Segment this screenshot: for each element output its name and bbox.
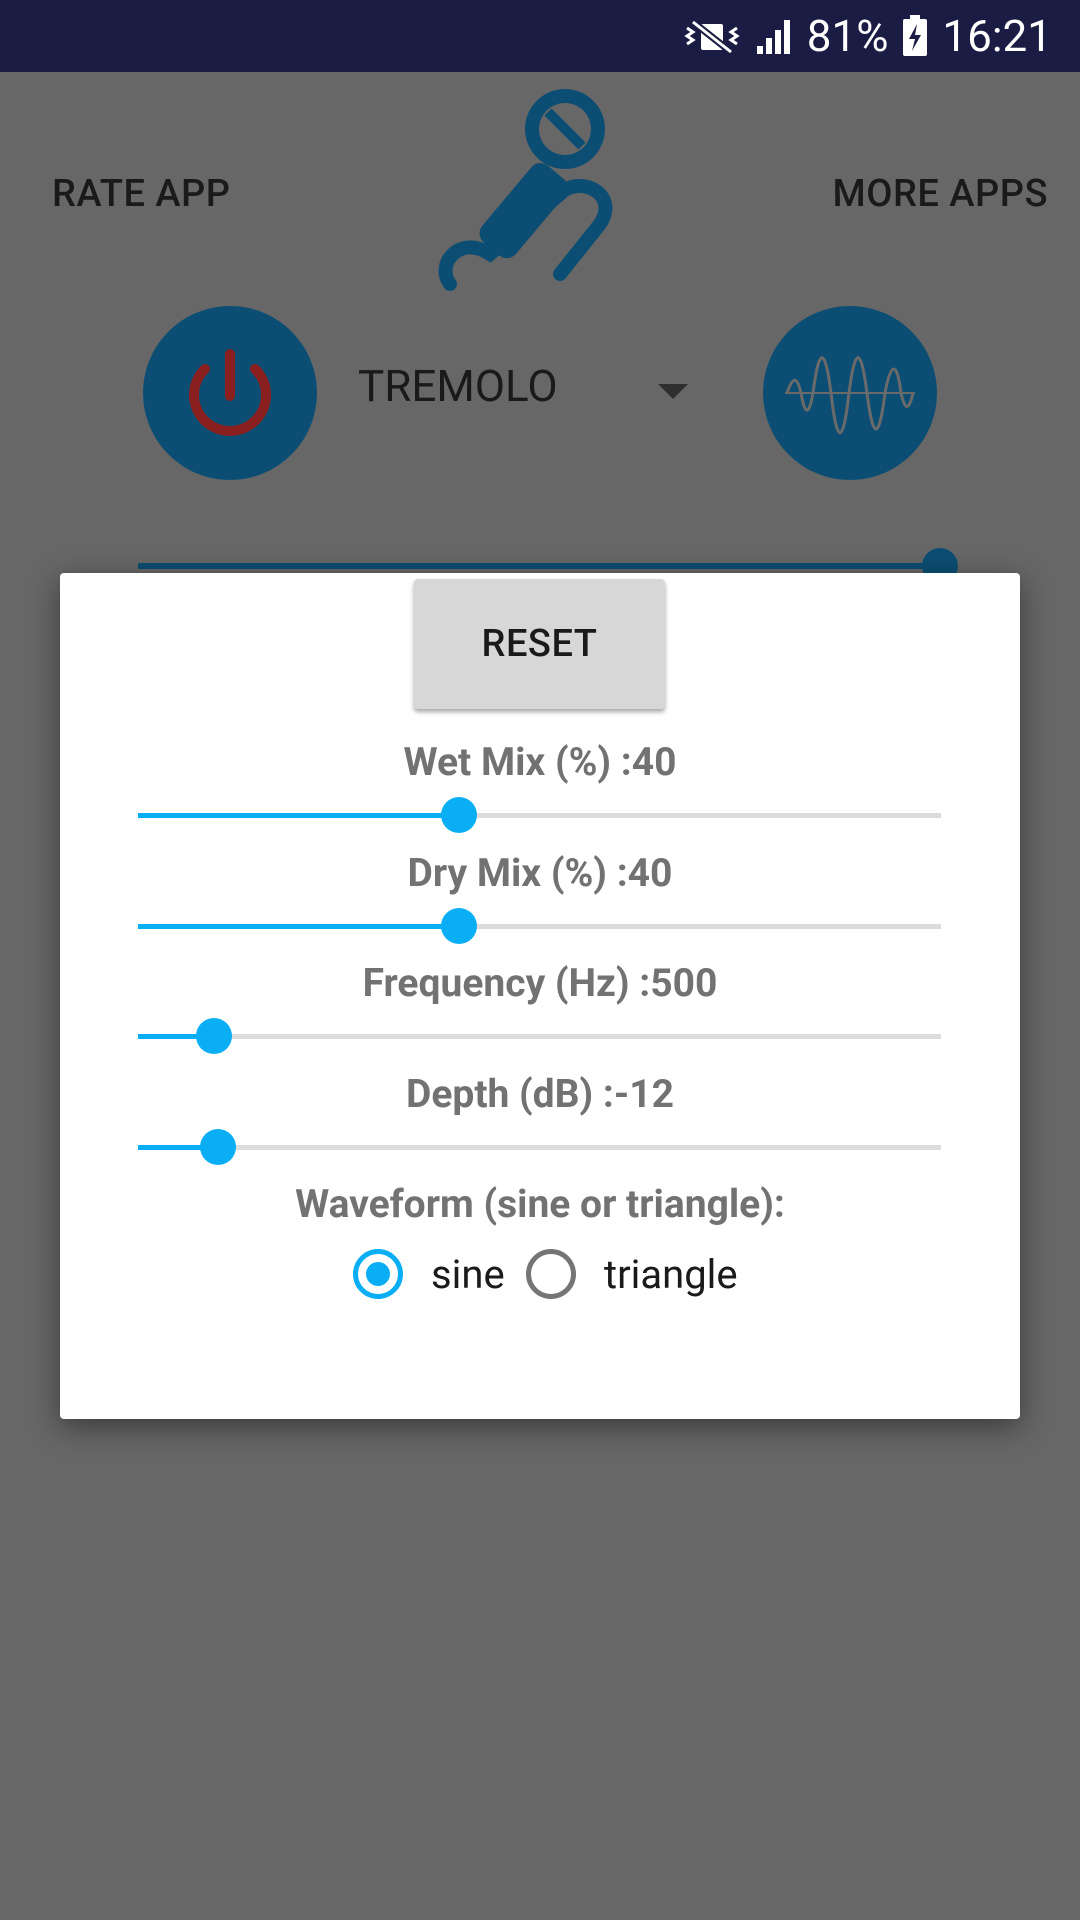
battery-charging-icon	[902, 15, 928, 57]
chevron-down-icon[interactable]	[658, 384, 688, 399]
frequency-slider[interactable]	[138, 1018, 941, 1054]
depth-slider[interactable]	[138, 1129, 941, 1165]
dry-mix-label: Dry Mix (%) :40	[407, 850, 673, 896]
power-icon	[189, 349, 271, 436]
slider-thumb[interactable]	[196, 1018, 233, 1054]
slider-thumb[interactable]	[441, 797, 478, 833]
wet-mix-label: Wet Mix (%) :40	[403, 739, 677, 785]
battery-percent: 81%	[806, 10, 889, 62]
slider-fill	[138, 924, 460, 929]
rate-app-button[interactable]: RATE APP	[52, 172, 231, 216]
wet-mix-slider[interactable]	[138, 797, 941, 833]
sine-label[interactable]: sine	[431, 1247, 505, 1303]
power-button[interactable]	[143, 306, 317, 480]
background-slider-track[interactable]	[138, 563, 941, 569]
effect-dropdown[interactable]: TREMOLO	[358, 360, 558, 412]
effect-settings-dialog: RESET Wet Mix (%) :40 Dry Mix (%) :40 Fr…	[60, 573, 1020, 1419]
slider-fill	[138, 813, 460, 818]
status-bar: 81% 16:21	[0, 0, 1080, 72]
microphone-icon	[430, 84, 630, 318]
triangle-label[interactable]: triangle	[604, 1247, 738, 1303]
waveform-radio-group: sine triangle	[60, 1247, 1020, 1311]
signal-icon	[755, 16, 793, 56]
clock: 16:21	[942, 10, 1052, 62]
slider-thumb[interactable]	[200, 1129, 237, 1165]
waveform-icon	[785, 356, 915, 434]
sine-radio[interactable]	[353, 1249, 403, 1299]
depth-label: Depth (dB) :-12	[405, 1071, 675, 1117]
dry-mix-slider[interactable]	[138, 908, 941, 944]
waveform-button[interactable]	[763, 306, 937, 480]
triangle-radio[interactable]	[526, 1249, 576, 1299]
waveform-label: Waveform (sine or triangle):	[295, 1181, 785, 1227]
mute-vibrate-icon	[683, 16, 741, 56]
frequency-label: Frequency (Hz) :500	[362, 960, 718, 1006]
slider-thumb[interactable]	[441, 908, 478, 944]
more-apps-button[interactable]: MORE APPS	[833, 172, 1048, 216]
reset-button[interactable]: RESET	[414, 579, 665, 709]
